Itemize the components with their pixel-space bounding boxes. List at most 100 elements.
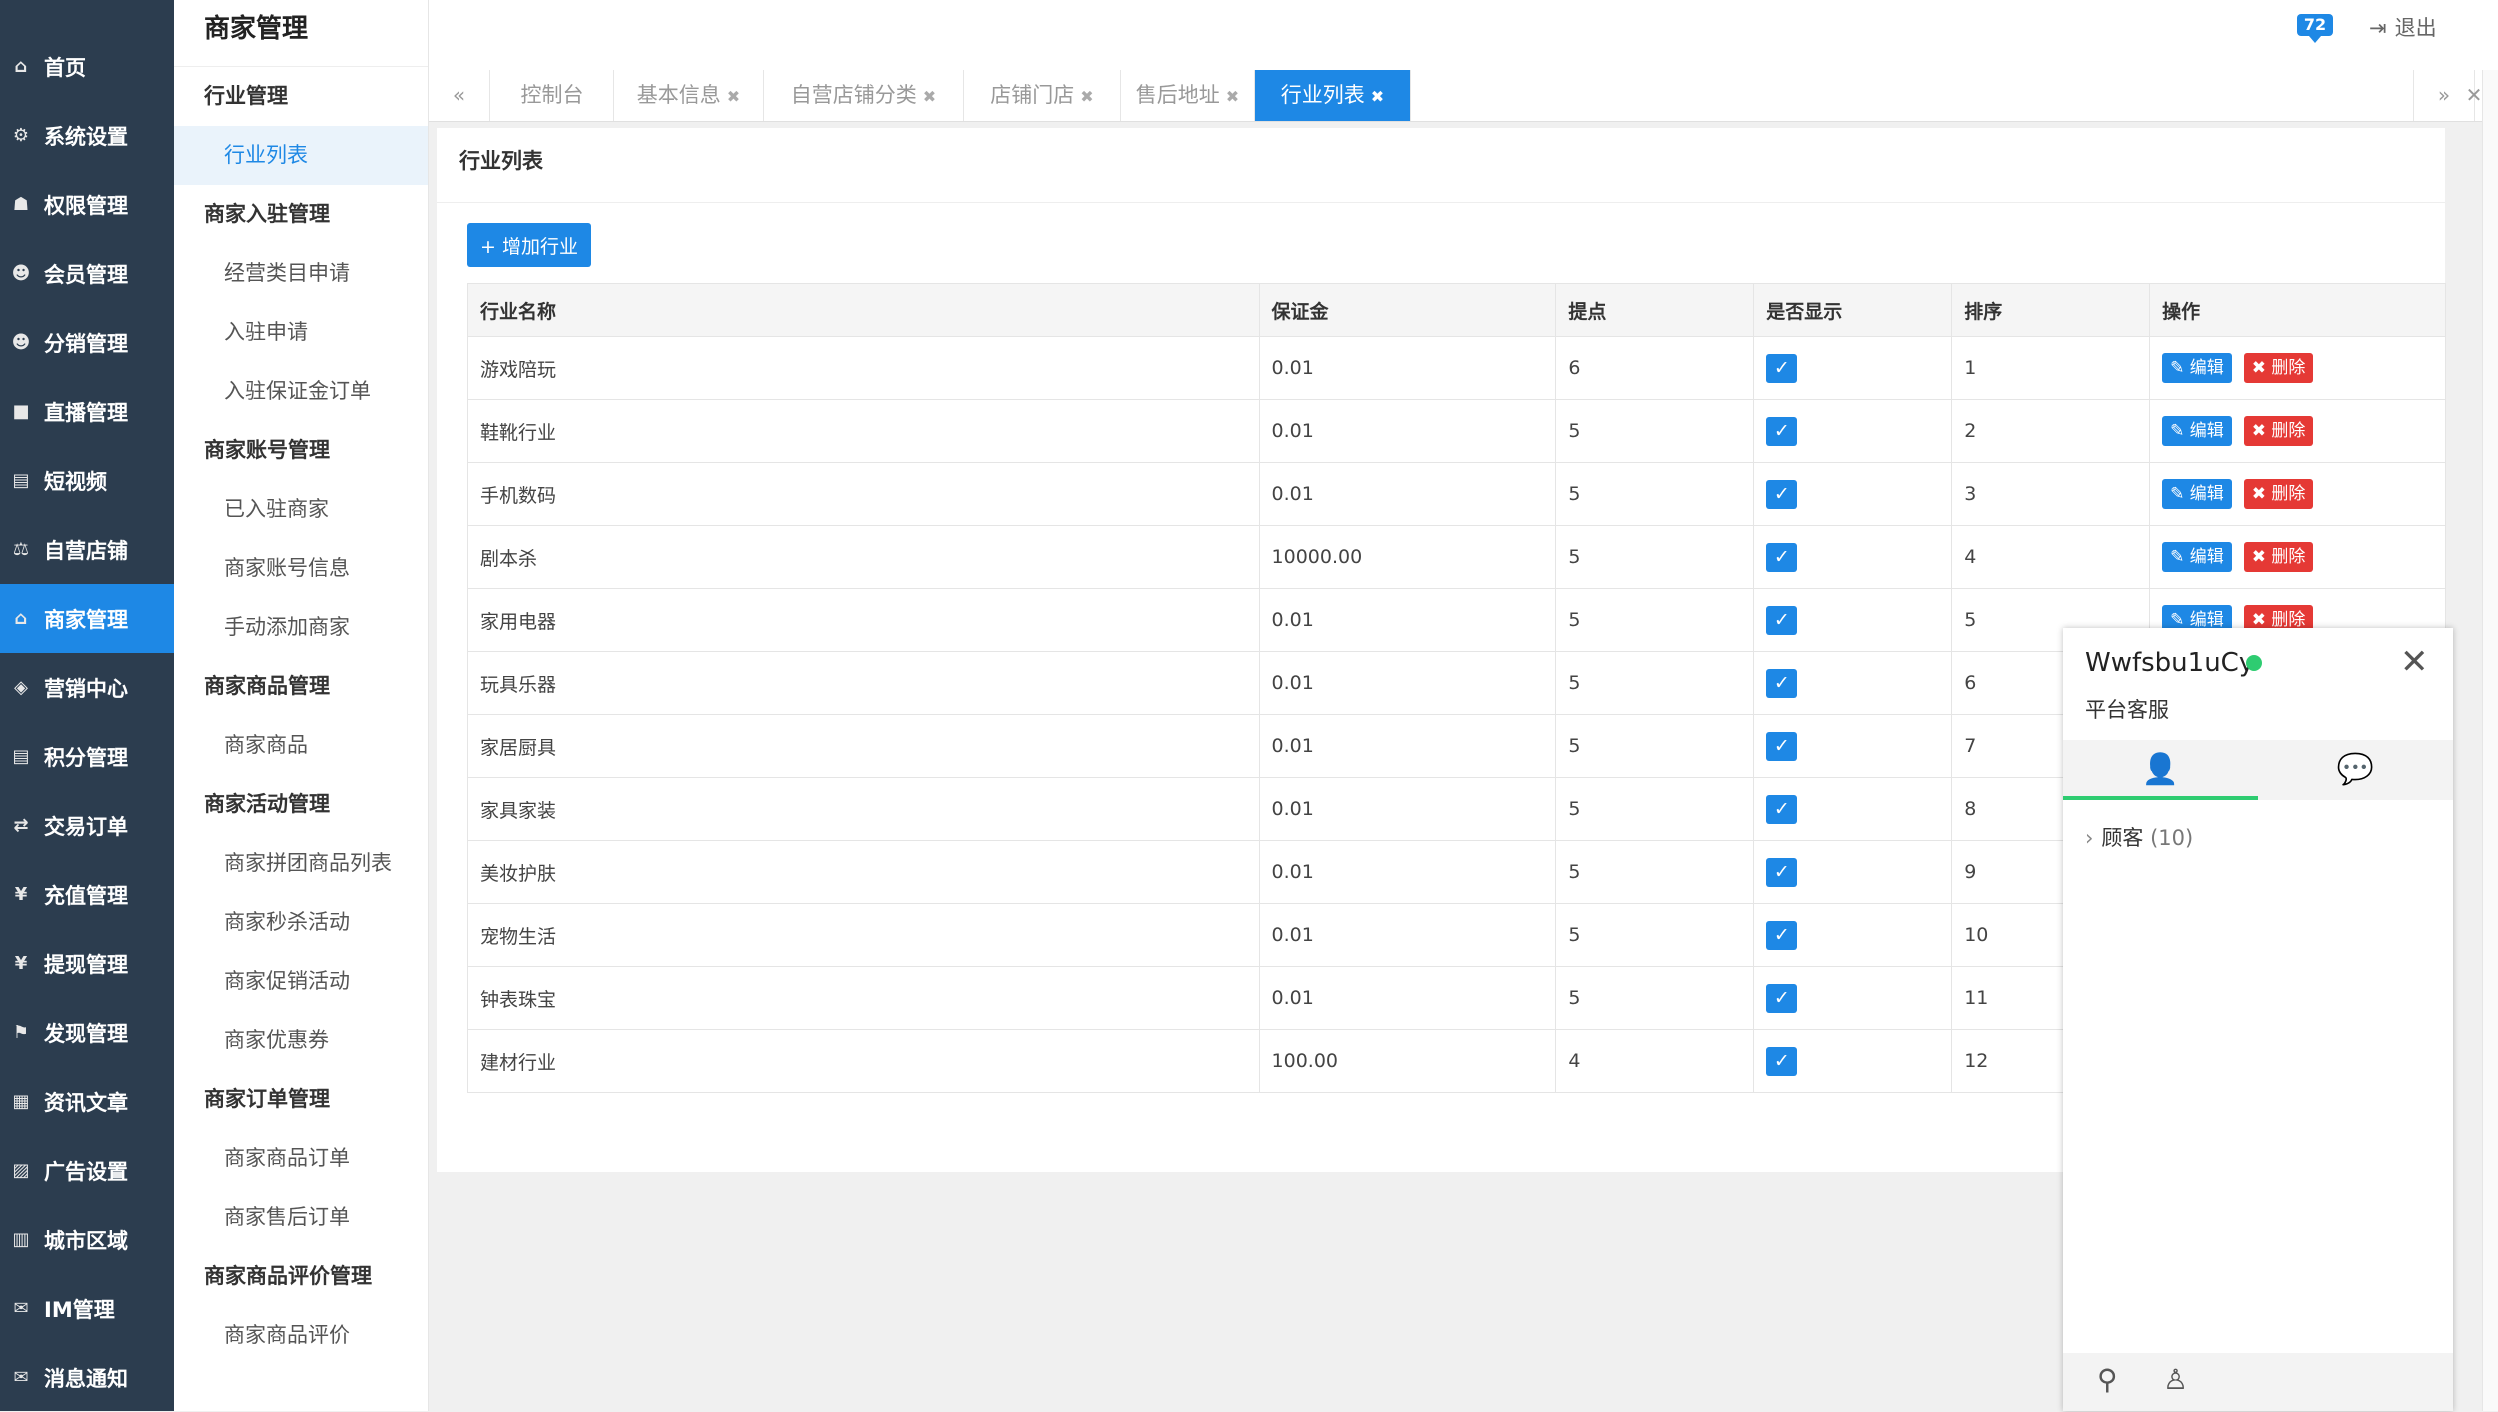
submenu-item[interactable]: 经营类目申请	[174, 244, 428, 303]
visible-checkbox[interactable]: ✓	[1766, 416, 1798, 446]
times-icon: ✖	[2251, 358, 2272, 378]
contacts-tab[interactable]: 👤	[2063, 740, 2258, 800]
sidebar-item[interactable]: ▦ 资讯文章	[0, 1067, 174, 1136]
pencil-icon: ✎	[2170, 358, 2190, 378]
cell-visible: ✓	[1753, 840, 1953, 904]
cell-name: 游戏陪玩	[467, 336, 1260, 400]
submenu-item[interactable]: 手动添加商家	[174, 598, 428, 657]
submenu-item[interactable]: 商家优惠券	[174, 1011, 428, 1070]
delete-label: 删除	[2271, 610, 2306, 630]
skin-icon[interactable]: ♙	[2163, 1363, 2188, 1396]
sidebar-item[interactable]: ¥ 充值管理	[0, 860, 174, 929]
tab-close-icon[interactable]: ✖	[1226, 87, 1239, 106]
submenu-item[interactable]: 入驻申请	[174, 303, 428, 362]
sidebar-item[interactable]: ▤ 积分管理	[0, 722, 174, 791]
visible-checkbox[interactable]: ✓	[1766, 983, 1798, 1013]
sidebar-item[interactable]: ☗ 权限管理	[0, 170, 174, 239]
sidebar-item[interactable]: ⚙ 系统设置	[0, 101, 174, 170]
tabs-scroll-left-button[interactable]: «	[429, 70, 490, 121]
cell-deposit: 0.01	[1258, 588, 1557, 652]
submenu-item[interactable]: 商家商品	[174, 716, 428, 775]
submenu-item[interactable]: 商家商品评价	[174, 1306, 428, 1365]
pencil-icon: ✎	[2170, 484, 2190, 504]
submenu-item[interactable]: 已入驻商家	[174, 480, 428, 539]
add-industry-button[interactable]: + 增加行业	[467, 223, 591, 267]
visible-checkbox[interactable]: ✓	[1766, 920, 1798, 950]
tab[interactable]: 自营店铺分类 ✖	[764, 70, 964, 121]
sidebar-item[interactable]: ▥ 城市区域	[0, 1205, 174, 1274]
bank-icon: ⌂	[14, 608, 28, 629]
visible-checkbox[interactable]: ✓	[1766, 542, 1798, 572]
tab[interactable]: 店铺门店 ✖	[964, 70, 1121, 121]
edit-button[interactable]: ✎ 编辑	[2162, 479, 2232, 509]
visible-checkbox[interactable]: ✓	[1766, 857, 1798, 887]
chat-close-button[interactable]: ✕	[2400, 642, 2429, 682]
cell-name: 建材行业	[467, 1029, 1260, 1093]
visible-checkbox[interactable]: ✓	[1766, 1046, 1798, 1076]
visible-checkbox[interactable]: ✓	[1766, 605, 1798, 635]
visible-checkbox[interactable]: ✓	[1766, 794, 1798, 824]
image-icon: ▨	[12, 1160, 30, 1181]
yen-icon: ¥	[14, 953, 28, 974]
edit-button[interactable]: ✎ 编辑	[2162, 542, 2232, 572]
tab-close-icon[interactable]: ✖	[727, 87, 740, 106]
submenu-item[interactable]: 入驻保证金订单	[174, 362, 428, 421]
submenu-group: 商家账号管理	[204, 438, 330, 462]
submenu-item[interactable]: 商家商品订单	[174, 1129, 428, 1188]
sidebar-item[interactable]: ⚑ 发现管理	[0, 998, 174, 1067]
edit-button[interactable]: ✎ 编辑	[2162, 416, 2232, 446]
sidebar-item[interactable]: ✉ 消息通知	[0, 1343, 174, 1412]
visible-checkbox[interactable]: ✓	[1766, 731, 1798, 761]
submenu-item[interactable]: 商家促销活动	[174, 952, 428, 1011]
sidebar-item-label: 积分管理	[44, 745, 128, 770]
tab-bar: « 控制台 基本信息 ✖ 自营店铺分类 ✖ 店铺门店 ✖ 售后地址 ✖ 行业列表 ✖ » ✕	[429, 70, 2498, 122]
contact-group-customers[interactable]: › 顾客 (10)	[2085, 822, 2193, 852]
conversations-tab[interactable]: 💬	[2258, 740, 2453, 800]
submenu-item[interactable]: 商家账号信息	[174, 539, 428, 598]
edit-button[interactable]: ✎ 编辑	[2162, 353, 2232, 383]
visible-checkbox[interactable]: ✓	[1766, 479, 1798, 509]
delete-button[interactable]: ✖ 删除	[2243, 353, 2314, 383]
submenu-item[interactable]: 商家售后订单	[174, 1188, 428, 1247]
submenu-item[interactable]: 商家秒杀活动	[174, 893, 428, 952]
sidebar-item[interactable]: ⌂ 首页	[0, 32, 174, 101]
sidebar-item[interactable]: ▨ 广告设置	[0, 1136, 174, 1205]
tab-close-icon[interactable]: ✖	[1080, 87, 1093, 106]
sidebar-item[interactable]: ▤ 短视频	[0, 446, 174, 515]
tab[interactable]: 控制台	[491, 70, 614, 121]
logout-button[interactable]: ⇥ 退出	[2369, 12, 2437, 42]
delete-button[interactable]: ✖ 删除	[2243, 542, 2314, 572]
cell-name: 鞋靴行业	[467, 399, 1260, 463]
submenu-item[interactable]: 商家拼团商品列表	[174, 834, 428, 893]
sidebar-item[interactable]: ■ 直播管理	[0, 377, 174, 446]
search-icon[interactable]: ⚲	[2097, 1363, 2118, 1396]
gear-icon: ⚙	[12, 125, 30, 146]
sidebar-item[interactable]: ¥ 提现管理	[0, 929, 174, 998]
sidebar-item[interactable]: ✉ IM管理	[0, 1274, 174, 1343]
tab[interactable]: 行业列表 ✖	[1255, 70, 1411, 121]
notification-button[interactable]: 72	[2297, 14, 2333, 36]
page-scrollbar[interactable]	[2482, 70, 2498, 1411]
logout-label: 退出	[2394, 16, 2437, 40]
sidebar-item[interactable]: ⚖ 自营店铺	[0, 515, 174, 584]
visible-checkbox[interactable]: ✓	[1766, 668, 1798, 698]
delete-button[interactable]: ✖ 删除	[2243, 416, 2314, 446]
cell-commission: 5	[1555, 399, 1755, 463]
tab[interactable]: 售后地址 ✖	[1121, 70, 1255, 121]
sidebar-item[interactable]: ⌂ 商家管理	[0, 584, 174, 653]
sidebar-item[interactable]: ⇄ 交易订单	[0, 791, 174, 860]
times-icon: ✖	[2251, 421, 2272, 441]
sign-out-icon: ⇥	[2369, 16, 2387, 40]
cell-name: 宠物生活	[467, 903, 1260, 967]
tab[interactable]: 基本信息 ✖	[614, 70, 764, 121]
sidebar-item[interactable]: ☻ 分销管理	[0, 308, 174, 377]
tab-close-icon[interactable]: ✖	[923, 87, 936, 106]
visible-checkbox[interactable]: ✓	[1766, 353, 1798, 383]
submenu-item[interactable]: 行业列表	[174, 126, 428, 185]
sidebar-item[interactable]: ◈ 营销中心	[0, 653, 174, 722]
scale-icon: ⚖	[12, 539, 30, 560]
delete-button[interactable]: ✖ 删除	[2243, 479, 2314, 509]
panel-title: 行业列表	[437, 128, 2445, 203]
tab-close-icon[interactable]: ✖	[1371, 87, 1384, 106]
sidebar-item[interactable]: ☻ 会员管理	[0, 239, 174, 308]
